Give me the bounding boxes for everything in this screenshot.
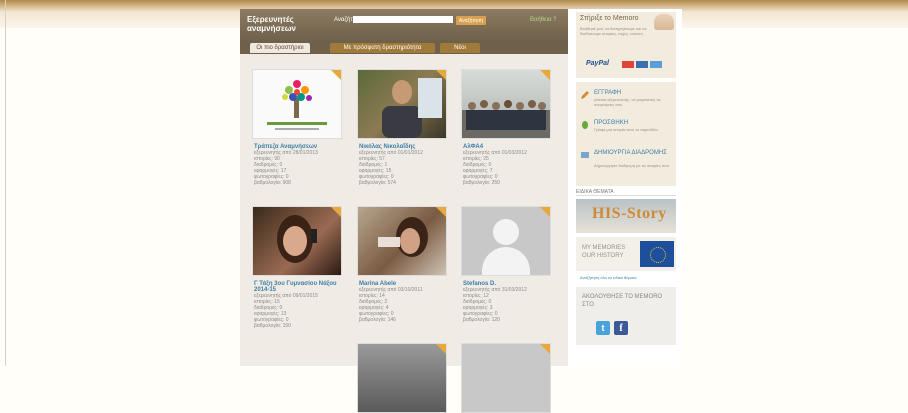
user-score: βαθμολογία: 150 <box>254 323 291 329</box>
avatar-placeholder-head <box>493 219 519 245</box>
corner-badge <box>436 207 446 217</box>
my-memories-text: MY MEMORIES OUR HISTORY <box>582 244 636 260</box>
his-story-banner[interactable]: HIS-Story <box>576 199 676 233</box>
all-topics-link[interactable]: Αναζήτηση όλα τα ειδικά θέματα <box>580 275 637 280</box>
search-button[interactable]: Αναζήτηση <box>456 16 486 25</box>
amex-icon <box>650 61 662 68</box>
avatar-placeholder-body <box>482 247 530 275</box>
help-link[interactable]: Βοήθεια ? <box>530 17 557 23</box>
main-content: Εξερευνητές αναμνήσεων Αναζήτηση Αναζήτη… <box>240 9 568 413</box>
user-info: Γ Τάξη 3ου Γυμνασίου Νάξου 2014-15 εξερε… <box>254 281 342 329</box>
user-photo[interactable] <box>252 69 342 139</box>
user-score: βαθμολογία: 574 <box>359 180 396 186</box>
create-route-title[interactable]: ΔΗΜΙΟΥΡΓΙΑ ΔΙΑΔΡΟΜΗΣ <box>594 150 667 156</box>
corner-badge <box>331 207 341 217</box>
woman-phone-photo-image <box>378 217 428 257</box>
man-photo-image <box>382 78 442 138</box>
user-info: Τράπεζα Αναμνήσεων εξερευνητής από 28/01… <box>254 144 342 186</box>
payment-cards <box>622 61 664 70</box>
user-photo[interactable] <box>357 343 447 413</box>
my-memories-line2: OUR HISTORY <box>582 253 624 259</box>
donate-text: Βοήθησέ μας να διατηρήσουμε και να διαδό… <box>580 26 647 36</box>
user-info: Νικόλας Νικολαΐδης εξερευνητής από 01/01… <box>359 144 447 186</box>
corner-badge <box>540 344 550 354</box>
user-score: βαθμολογία: 120 <box>463 317 500 323</box>
user-photo[interactable] <box>461 343 551 413</box>
corner-badge <box>540 207 550 217</box>
eu-flag-icon <box>640 241 674 267</box>
users-grid: Τράπεζα Αναμνήσεων εξερευνητής από 28/01… <box>240 54 568 413</box>
donate-title: Στήριξε το Memoro <box>580 15 639 22</box>
user-photo[interactable] <box>461 206 551 276</box>
corner-badge <box>540 70 550 80</box>
my-memories-banner[interactable]: MY MEMORIES OUR HISTORY <box>576 237 676 271</box>
user-photo[interactable] <box>252 206 342 276</box>
user-info: Stefanos D. εξερευνητής από 31/03/2012 ι… <box>463 281 551 323</box>
visa-icon <box>636 61 648 68</box>
my-memories-line1: MY MEMORIES <box>582 245 626 251</box>
tab-recent-activity[interactable]: Με πρόσφατη δραστηριότητα <box>330 43 435 53</box>
user-score: βαθμολογία: 250 <box>463 180 500 186</box>
his-story-text: HIS-Story <box>592 205 667 222</box>
user-score: βαθμολογία: 146 <box>359 317 396 323</box>
add-story-text: Γράψε μια ιστορία από το παρελθόν. <box>594 127 659 132</box>
tab-most-active[interactable]: Οι πιο δραστήριοι <box>250 43 310 53</box>
follow-box: ΑΚΟΛΟΥΘΗΣΕ ΤΟ MEMORO ΣΤΟ t f <box>576 287 676 345</box>
hand-icon <box>654 14 674 30</box>
corner-badge <box>436 70 446 80</box>
sidebar: Στήριξε το Memoro Βοήθησέ μας να διατηρή… <box>570 9 682 366</box>
topics-divider <box>576 195 676 196</box>
woman-photo-image <box>277 215 317 263</box>
tree-logo-image <box>267 80 327 130</box>
search-input[interactable] <box>353 16 453 23</box>
leaf-icon <box>580 120 590 130</box>
user-photo[interactable] <box>461 69 551 139</box>
paypal-button[interactable]: PayPal <box>586 60 609 67</box>
tab-new[interactable]: Νέοι <box>440 43 480 53</box>
tab-bar: Οι πιο δραστήριοι Με πρόσφατη δραστηριότ… <box>240 42 568 54</box>
user-info: Marina Abele εξερευνητής από 03/10/2011 … <box>359 281 447 323</box>
register-title[interactable]: ΕΓΓΡΑΦΗ <box>594 90 621 96</box>
twitter-icon[interactable]: t <box>596 321 610 335</box>
user-photo[interactable] <box>357 206 447 276</box>
user-name-link[interactable]: Γ Τάξη 3ου Γυμνασίου Νάξου 2014-15 <box>254 281 342 293</box>
eu-stars <box>650 247 666 263</box>
user-info: ΑλΦΑ4 εξερευνητής από 01/03/2012 ιστορίε… <box>463 144 551 186</box>
pencil-icon <box>580 90 590 100</box>
donate-box: Στήριξε το Memoro Βοήθησέ μας να διατηρή… <box>576 12 676 78</box>
site-logo[interactable]: Εξερευνητές αναμνήσεων <box>247 15 317 33</box>
corner-badge <box>436 344 446 354</box>
create-route-text: Δημιούργησε διαδρομή με τις ιστορίες σου… <box>594 163 670 168</box>
group-photo-image <box>462 100 550 138</box>
user-photo[interactable] <box>357 69 447 139</box>
user-score: βαθμολογία: 908 <box>254 180 291 186</box>
page-container: Εξερευνητές αναμνήσεων Αναζήτηση Αναζήτη… <box>240 9 682 413</box>
map-icon <box>580 150 590 160</box>
facebook-icon[interactable]: f <box>614 321 628 335</box>
add-story-title[interactable]: ΠΡΟΣΘΗΚΗ <box>594 120 628 126</box>
header-bar: Εξερευνητές αναμνήσεων Αναζήτηση Αναζήτη… <box>240 9 568 42</box>
corner-badge <box>331 70 341 80</box>
left-divider <box>5 0 6 366</box>
mastercard-icon <box>622 61 634 68</box>
register-text: γίνεσαι εξερευνητής, να μοιραστείς τις α… <box>594 97 661 107</box>
follow-text: ΑΚΟΛΟΥΘΗΣΕ ΤΟ MEMORO ΣΤΟ <box>582 294 663 308</box>
actions-box: ΕΓΓΡΑΦΗ γίνεσαι εξερευνητής, να μοιραστε… <box>576 82 676 186</box>
